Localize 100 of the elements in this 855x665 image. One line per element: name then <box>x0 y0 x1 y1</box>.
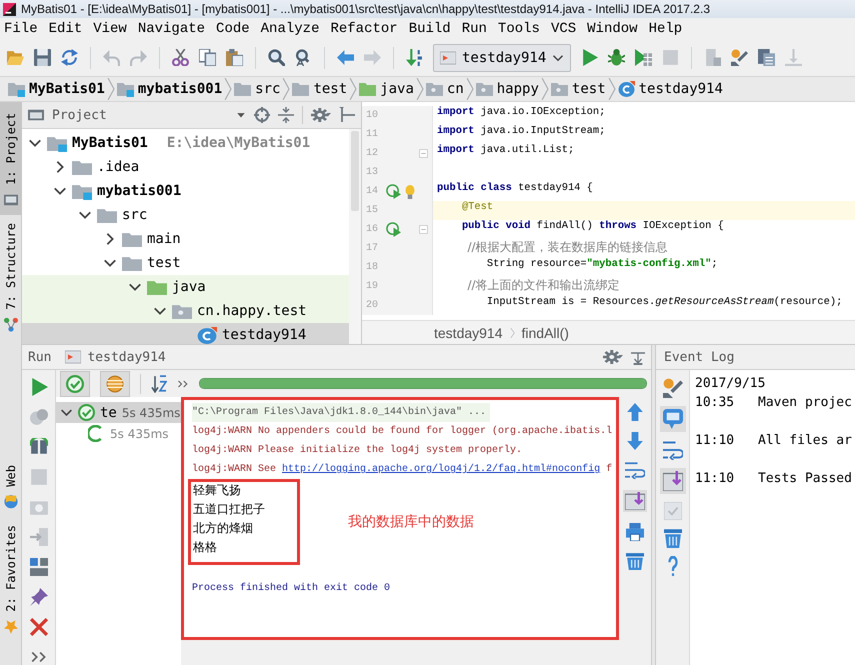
test-result-node[interactable]: 5s 435ms <box>56 423 181 444</box>
menu-item[interactable]: Run <box>458 20 490 36</box>
search-icon[interactable] <box>268 49 285 66</box>
bug-icon[interactable] <box>608 49 626 66</box>
more-icon[interactable] <box>177 378 189 390</box>
link[interactable]: http://logging.apache.org/log4j/1.2/faq.html#noconfig <box>282 464 600 475</box>
replace-icon[interactable] <box>295 49 312 66</box>
locate-icon[interactable] <box>254 107 270 123</box>
sync-icon[interactable] <box>61 49 78 66</box>
breadcrumb[interactable]: java <box>359 81 414 97</box>
menu-item[interactable]: Help <box>646 20 686 36</box>
save-icon[interactable] <box>34 49 51 66</box>
tree-item[interactable]: MyBatis01 E:\idea\MyBatis01 <box>22 131 349 155</box>
import-icon[interactable] <box>30 528 48 546</box>
menu-item[interactable]: Edit <box>46 20 86 36</box>
menu-item[interactable]: Tools <box>494 20 543 36</box>
menu-item[interactable]: File <box>1 20 41 36</box>
settings-icon[interactable] <box>731 49 748 66</box>
show-passed-toggle[interactable] <box>60 370 90 396</box>
run-tab[interactable]: testday914 <box>59 345 172 370</box>
run-gutter-icon[interactable] <box>386 222 401 237</box>
scroll-to-end-toggle[interactable] <box>623 490 647 512</box>
run-icon[interactable] <box>30 378 48 396</box>
side-tab[interactable]: 7: Structure <box>0 215 22 340</box>
breadcrumb[interactable]: MyBatis01 <box>8 81 105 97</box>
side-tab[interactable]: 1: Project <box>0 102 22 215</box>
breadcrumb[interactable]: cn <box>426 81 464 97</box>
breadcrumb[interactable]: findAll() <box>522 324 569 340</box>
tree-item[interactable]: cn.happy.test <box>22 299 349 323</box>
soft-wrap-icon[interactable] <box>625 461 645 479</box>
down-arrow-icon[interactable] <box>626 432 644 450</box>
breadcrumb[interactable]: happy <box>476 81 539 97</box>
breadcrumb[interactable]: src <box>234 81 280 97</box>
scroll-to-end-toggle[interactable] <box>660 468 686 494</box>
breadcrumb[interactable]: test <box>550 81 606 97</box>
menu-item[interactable]: VCS <box>548 20 580 36</box>
check-circle-icon <box>66 374 84 392</box>
tree-item[interactable]: main <box>22 227 349 251</box>
tree-item[interactable]: mybatis001 <box>22 179 349 203</box>
build-icon[interactable] <box>406 49 423 66</box>
run-gutter-icon[interactable] <box>386 184 401 199</box>
settings-icon[interactable] <box>311 107 331 123</box>
tree-item[interactable]: test <box>22 251 349 275</box>
settings-icon[interactable] <box>603 349 623 365</box>
show-ignored-toggle[interactable] <box>100 370 130 396</box>
test-result-node[interactable]: te 5s 435ms <box>56 402 181 423</box>
menu-item[interactable]: View <box>90 20 130 36</box>
breadcrumb[interactable]: mybatis001 <box>116 81 222 97</box>
toggle-icon[interactable] <box>30 438 48 456</box>
log-message[interactable]: All files ar <box>758 433 852 448</box>
menu-item[interactable]: Refactor <box>327 20 401 36</box>
breadcrumb[interactable]: testday914 <box>618 81 723 97</box>
coverage-icon[interactable] <box>635 49 652 66</box>
rerun-icon[interactable] <box>30 408 48 426</box>
menu-item[interactable]: Code <box>213 20 253 36</box>
print-icon[interactable] <box>626 523 644 541</box>
checkbox-icon[interactable] <box>664 502 682 520</box>
project-structure-icon[interactable] <box>704 49 722 66</box>
layout-icon[interactable] <box>30 558 48 576</box>
scrollbar-thumb[interactable] <box>351 131 359 211</box>
help-icon[interactable] <box>666 556 680 576</box>
menu-item[interactable]: Analyze <box>258 20 322 36</box>
log-message[interactable]: Tests Passed <box>758 471 852 486</box>
run-configuration-dropdown[interactable]: testday914 <box>433 44 572 72</box>
side-tab[interactable]: Web <box>0 457 22 517</box>
menu-item[interactable]: Build <box>406 20 454 36</box>
menu-item[interactable]: Navigate <box>134 20 208 36</box>
soft-wrap-icon[interactable] <box>662 440 682 460</box>
settings-icon[interactable] <box>662 378 682 398</box>
collapse-icon[interactable] <box>278 107 294 123</box>
breadcrumb[interactable]: testday914 <box>434 324 502 340</box>
tree-item[interactable]: src <box>22 203 349 227</box>
run-icon[interactable] <box>581 49 598 66</box>
code-line: import java.util.List; <box>436 144 576 158</box>
tree-item[interactable]: java <box>22 275 349 299</box>
lightbulb-icon[interactable] <box>404 184 416 198</box>
code-line: public class testday914 { <box>436 182 594 196</box>
menu-item[interactable]: Window <box>584 20 641 36</box>
log-message[interactable]: Maven projec <box>758 395 852 410</box>
trash-icon[interactable] <box>664 528 682 548</box>
paste-icon[interactable] <box>226 49 243 66</box>
scroll-icon <box>662 471 682 491</box>
dropdown-caret-icon[interactable] <box>236 110 246 120</box>
sort-icon[interactable] <box>151 374 167 392</box>
breadcrumb[interactable]: test <box>292 81 348 97</box>
sdk-icon[interactable] <box>758 49 776 66</box>
hide-icon[interactable] <box>339 107 355 123</box>
balloon-toggle[interactable] <box>660 406 686 432</box>
duration-label: 5s 435ms <box>122 406 180 420</box>
open-folder-icon[interactable] <box>7 49 24 66</box>
tree-item[interactable]: .idea <box>22 155 349 179</box>
tree-item[interactable]: testday914 <box>22 323 349 344</box>
close-icon[interactable] <box>30 618 48 636</box>
trash-icon[interactable] <box>626 552 644 570</box>
pin-icon[interactable] <box>30 588 48 606</box>
side-tab[interactable]: 2: Favorites <box>0 516 22 642</box>
up-arrow-icon[interactable] <box>626 403 644 421</box>
copy-icon[interactable] <box>199 49 216 66</box>
back-arrow-icon[interactable] <box>337 49 354 66</box>
cut-icon[interactable] <box>172 49 189 66</box>
